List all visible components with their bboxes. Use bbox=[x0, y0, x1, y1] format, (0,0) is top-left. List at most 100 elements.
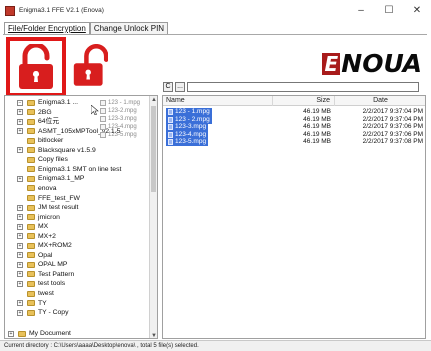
tab-strip: File/Folder Encryption Change Unlock PIN bbox=[4, 22, 169, 34]
expand-icon[interactable]: + bbox=[17, 309, 23, 316]
tab-divider bbox=[3, 34, 427, 35]
file-icon bbox=[100, 132, 106, 138]
tree-item[interactable]: + Enigma3.1_MP bbox=[17, 174, 84, 183]
encrypt-button[interactable] bbox=[6, 37, 66, 97]
expand-icon[interactable]: + bbox=[17, 252, 23, 259]
expand-icon[interactable]: + bbox=[17, 300, 23, 307]
tree-item[interactable]: + jmicron bbox=[17, 213, 60, 222]
title-bar: Enigma3.1 FFE V2.1 (Enova) – ☐ ✕ bbox=[0, 0, 431, 21]
drag-ghost-item: 123 - 1.mpg bbox=[100, 99, 140, 107]
tree-item-label: twest bbox=[38, 290, 54, 297]
app-icon bbox=[5, 5, 15, 16]
path-input[interactable] bbox=[187, 81, 419, 92]
tree-item-label: OPAL MP bbox=[38, 261, 68, 269]
file-icon bbox=[100, 100, 106, 106]
folder-icon bbox=[27, 204, 35, 211]
tree-item-label: MX+2 bbox=[38, 232, 56, 240]
tree-item[interactable]: + My Document bbox=[8, 329, 71, 338]
browse-button[interactable]: ... bbox=[175, 81, 185, 92]
drag-ghost-item: 123-4.mpg bbox=[100, 123, 137, 131]
tree-item[interactable]: + Test Pattern bbox=[17, 270, 74, 279]
tree-item[interactable]: Copy files bbox=[17, 155, 68, 164]
drag-ghost-item: 123-2.mpg bbox=[100, 107, 137, 115]
folder-icon bbox=[27, 195, 35, 201]
tree-item[interactable]: + MX+2 bbox=[17, 232, 56, 241]
file-date: 2/2/2017 9:37:08 PM bbox=[362, 138, 423, 146]
expand-icon[interactable]: + bbox=[17, 204, 23, 211]
logo-text: NOUA bbox=[341, 49, 422, 78]
expand-icon[interactable]: + bbox=[17, 261, 23, 268]
tree-scrollbar[interactable]: ▲ ▼ bbox=[149, 96, 157, 338]
tree-item[interactable]: + OPAL MP bbox=[17, 260, 67, 269]
expand-icon[interactable]: + bbox=[17, 128, 23, 135]
file-icon bbox=[168, 139, 173, 146]
file-list[interactable]: Name Size Date 123 - 1.mpg 46.19 MB 2/2/20… bbox=[162, 95, 426, 339]
maximize-button[interactable]: ☐ bbox=[375, 0, 403, 21]
minimize-button[interactable]: – bbox=[347, 0, 375, 21]
folder-icon bbox=[27, 271, 35, 278]
expand-icon[interactable]: + bbox=[17, 147, 23, 154]
scroll-down-icon[interactable]: ▼ bbox=[150, 332, 157, 338]
scroll-thumb[interactable] bbox=[151, 106, 156, 192]
folder-icon bbox=[27, 118, 35, 125]
tree-item-label: MX+ROM2 bbox=[38, 242, 72, 250]
column-header-date[interactable]: Date bbox=[335, 96, 425, 106]
tree-item[interactable]: FFE_test_FW bbox=[17, 194, 80, 203]
path-bar: C ... bbox=[163, 81, 419, 92]
drag-ghost-label: 123-5.mpg bbox=[108, 132, 137, 138]
tree-item-label: 2BG bbox=[38, 108, 52, 116]
tab-file-folder-encryption[interactable]: File/Folder Encryption bbox=[4, 22, 90, 34]
column-header-name[interactable]: Name bbox=[163, 96, 273, 106]
folder-icon bbox=[27, 99, 35, 106]
tree-item[interactable]: + Opal bbox=[17, 251, 52, 260]
collapse-icon[interactable]: − bbox=[17, 99, 23, 106]
file-list-header: Name Size Date bbox=[163, 96, 425, 106]
tree-item[interactable]: twest bbox=[17, 289, 54, 298]
expand-icon[interactable]: + bbox=[8, 330, 14, 337]
tab-change-unlock-pin[interactable]: Change Unlock PIN bbox=[89, 22, 169, 34]
column-header-size[interactable]: Size bbox=[273, 96, 335, 106]
tree-item[interactable]: + MX bbox=[17, 222, 48, 231]
tree-item[interactable]: + MX+ROM2 bbox=[17, 241, 72, 250]
scroll-up-icon[interactable]: ▲ bbox=[150, 96, 157, 104]
decrypt-button[interactable] bbox=[70, 42, 110, 90]
mouse-cursor-icon bbox=[91, 105, 99, 115]
close-button[interactable]: ✕ bbox=[403, 0, 431, 21]
drag-ghost-label: 123-2.mpg bbox=[108, 108, 137, 114]
expand-icon[interactable]: + bbox=[17, 175, 23, 182]
expand-icon[interactable]: + bbox=[17, 280, 23, 287]
folder-icon bbox=[27, 252, 35, 259]
tree-item[interactable]: + TY - Copy bbox=[17, 308, 68, 317]
tree-item[interactable]: +64位元 bbox=[17, 117, 59, 126]
tree-item[interactable]: enova bbox=[17, 184, 57, 193]
unlock-icon bbox=[19, 44, 53, 89]
tree-item-label: test tools bbox=[38, 280, 66, 288]
drive-c-button[interactable]: C bbox=[163, 81, 173, 92]
expand-icon[interactable]: + bbox=[17, 271, 23, 278]
tree-item[interactable]: + TY bbox=[17, 299, 47, 308]
file-icon bbox=[100, 116, 106, 122]
file-icon bbox=[168, 116, 173, 123]
expand-icon[interactable]: + bbox=[17, 223, 23, 230]
expand-icon[interactable]: + bbox=[17, 233, 23, 240]
expand-icon[interactable]: + bbox=[17, 118, 23, 125]
expand-icon[interactable]: + bbox=[17, 214, 23, 221]
tree-item[interactable]: Enigma3.1 SMT on line test bbox=[17, 165, 121, 174]
tree-item[interactable]: − Enigma3.1 ... bbox=[17, 98, 78, 107]
tree-item-label: Copy files bbox=[38, 156, 68, 164]
tree-item[interactable]: + JM test result bbox=[17, 203, 78, 212]
tree-item[interactable]: +2BG bbox=[17, 108, 52, 117]
folder-icon bbox=[27, 300, 35, 307]
expand-icon[interactable]: + bbox=[17, 242, 23, 249]
selected-file[interactable]: 123-5.mpg bbox=[166, 138, 209, 147]
drag-ghost-label: 123-4.mpg bbox=[108, 124, 137, 130]
tree-item[interactable]: bitlocker bbox=[17, 136, 63, 145]
tree-item[interactable]: + Blacksquare v1.5.9 bbox=[17, 146, 96, 155]
tree-item-label: MX bbox=[38, 223, 49, 231]
tree-item-label: JM test result bbox=[38, 204, 79, 212]
folder-icon bbox=[27, 223, 35, 230]
expand-icon[interactable]: + bbox=[17, 109, 23, 116]
folder-icon bbox=[27, 156, 35, 163]
tree-item[interactable]: + test tools bbox=[17, 279, 65, 288]
file-row[interactable]: 123-5.mpg 46.19 MB 2/2/2017 9:37:08 PM bbox=[163, 138, 425, 147]
